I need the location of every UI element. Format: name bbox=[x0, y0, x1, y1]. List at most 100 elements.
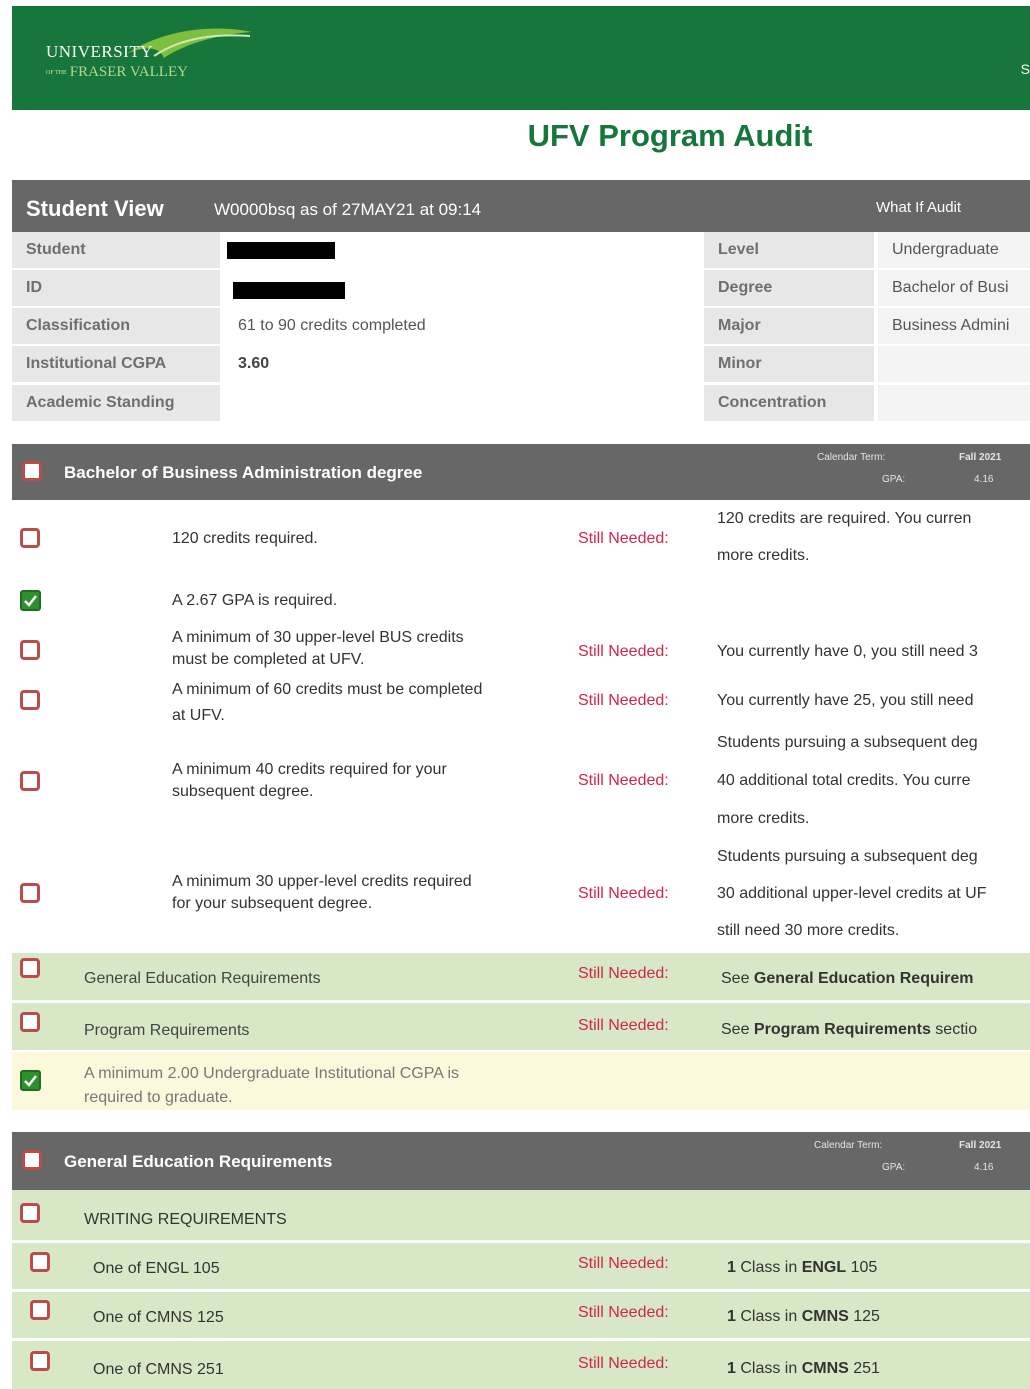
requirement-text: A minimum of 30 upper-level BUS credits … bbox=[172, 629, 464, 668]
incomplete-checkbox-icon bbox=[20, 640, 40, 660]
student-info-row: ID Degree Bachelor of Busi bbox=[12, 270, 1030, 306]
redacted-student-id bbox=[233, 282, 345, 299]
concentration-value bbox=[878, 385, 1030, 421]
calendar-term-label: Calendar Term: bbox=[814, 1140, 883, 1151]
course-link[interactable]: 1 Class in CMNS 125 bbox=[727, 1308, 880, 1326]
student-view-header: Student View W0000bsq as of 27MAY21 at 0… bbox=[12, 180, 1030, 232]
degree-value: Bachelor of Busi bbox=[878, 270, 1030, 306]
incomplete-checkbox-icon bbox=[20, 690, 40, 710]
student-info-row: Classification 61 to 90 credits complete… bbox=[12, 308, 1030, 344]
student-info-row: Student Level Undergraduate bbox=[12, 232, 1030, 268]
course-requirement-text: One of CMNS 251 bbox=[93, 1361, 224, 1378]
requirement-detail: 40 additional total credits. You curre bbox=[717, 772, 971, 789]
degree-label: Degree bbox=[704, 270, 874, 306]
major-value: Business Admini bbox=[878, 308, 1030, 344]
program-section-link[interactable]: See Program Requirements sectio bbox=[721, 1021, 977, 1039]
ge-block-header: General Education Requirements Calendar … bbox=[12, 1132, 1030, 1190]
course-requirement-text: One of ENGL 105 bbox=[93, 1260, 220, 1277]
minor-label: Minor bbox=[704, 346, 874, 382]
redacted-student-name bbox=[227, 242, 335, 259]
requirement-text: A 2.67 GPA is required. bbox=[172, 592, 338, 609]
student-label: Student bbox=[12, 232, 220, 268]
requirement-detail: 120 credits are required. You curren bbox=[717, 510, 972, 527]
requirement-text: A minimum 40 credits required for your s… bbox=[172, 761, 447, 800]
audit-timestamp: W0000bsq as of 27MAY21 at 09:14 bbox=[214, 200, 482, 219]
id-label: ID bbox=[12, 270, 220, 306]
requirement-text: General Education Requirements bbox=[84, 970, 321, 987]
still-needed-label: Still Needed: bbox=[578, 965, 669, 982]
incomplete-checkbox-icon bbox=[20, 958, 40, 978]
complete-check-icon bbox=[20, 590, 41, 611]
requirement-text: 120 credits required. bbox=[172, 530, 318, 547]
incomplete-checkbox-icon bbox=[30, 1300, 50, 1320]
still-needed-label: Still Needed: bbox=[578, 1017, 669, 1034]
still-needed-label: Still Needed: bbox=[578, 1355, 669, 1372]
incomplete-checkbox-icon bbox=[20, 883, 40, 903]
calendar-term-label: Calendar Term: bbox=[817, 452, 886, 463]
degree-block-title: Bachelor of Business Administration degr… bbox=[64, 463, 423, 482]
logo-text-university: UNIVERSITY bbox=[46, 42, 153, 61]
ge-status-checkbox-icon bbox=[22, 1150, 42, 1170]
requirement-text: A minimum 2.00 Undergraduate Institution… bbox=[84, 1065, 459, 1106]
course-link[interactable]: 1 Class in CMNS 251 bbox=[727, 1360, 880, 1378]
requirement-detail: You currently have 25, you still need bbox=[717, 692, 974, 709]
requirement-text: A minimum of 60 credits must be complete… bbox=[172, 681, 483, 724]
requirement-detail: more credits. bbox=[717, 547, 810, 564]
requirement-detail: Students pursuing a subsequent deg bbox=[717, 848, 978, 865]
requirement-detail: more credits. bbox=[717, 810, 810, 827]
requirement-detail: 30 additional upper-level credits at UF bbox=[717, 885, 987, 902]
still-needed-label: Still Needed: bbox=[578, 530, 669, 547]
complete-check-icon bbox=[20, 1070, 41, 1091]
still-needed-label: Still Needed: bbox=[578, 885, 669, 902]
academic-standing-value bbox=[224, 385, 704, 421]
requirement-text: Program Requirements bbox=[84, 1022, 250, 1039]
degree-block-header: Bachelor of Business Administration degr… bbox=[12, 444, 1030, 500]
what-if-audit-link[interactable]: What If Audit bbox=[876, 199, 961, 216]
incomplete-checkbox-icon bbox=[20, 1012, 40, 1032]
degree-status-checkbox-icon bbox=[22, 461, 42, 481]
incomplete-checkbox-icon bbox=[20, 528, 40, 548]
requirement-detail: You currently have 0, you still need 3 bbox=[717, 643, 978, 660]
still-needed-label: Still Needed: bbox=[578, 1255, 669, 1272]
academic-standing-label: Academic Standing bbox=[12, 385, 220, 421]
header-link-truncated[interactable]: S bbox=[1021, 61, 1030, 77]
incomplete-checkbox-icon bbox=[30, 1252, 50, 1272]
requirement-detail: still need 30 more credits. bbox=[717, 922, 900, 939]
gpa-label: GPA: bbox=[882, 474, 906, 485]
logo-text-fraser-valley: OF THE FRASER VALLEY bbox=[46, 64, 188, 80]
university-logo[interactable]: UNIVERSITY OF THE FRASER VALLEY bbox=[46, 24, 256, 88]
incomplete-checkbox-icon bbox=[20, 771, 40, 791]
concentration-label: Concentration bbox=[704, 385, 874, 421]
level-label: Level bbox=[704, 232, 874, 268]
student-info-row: Academic Standing Concentration bbox=[12, 385, 1030, 421]
page-title: UFV Program Audit bbox=[527, 118, 813, 153]
requirement-text: A minimum 30 upper-level credits require… bbox=[172, 873, 472, 912]
still-needed-label: Still Needed: bbox=[578, 643, 669, 660]
incomplete-checkbox-icon bbox=[20, 1203, 40, 1223]
gpa-value: 4.16 bbox=[974, 1162, 994, 1173]
still-needed-label: Still Needed: bbox=[578, 692, 669, 709]
gpa-value: 4.16 bbox=[974, 474, 994, 485]
ge-block-title: General Education Requirements bbox=[64, 1152, 333, 1171]
course-link[interactable]: 1 Class in ENGL 105 bbox=[727, 1259, 877, 1277]
classification-value: 61 to 90 credits completed bbox=[238, 317, 426, 334]
still-needed-label: Still Needed: bbox=[578, 772, 669, 789]
ge-section-link[interactable]: See General Education Requirem bbox=[721, 970, 974, 988]
major-label: Major bbox=[704, 308, 874, 344]
course-requirement-text: One of CMNS 125 bbox=[93, 1309, 224, 1326]
cgpa-label: Institutional CGPA bbox=[12, 346, 220, 382]
student-view-title: Student View bbox=[26, 196, 164, 221]
level-value: Undergraduate bbox=[878, 232, 1030, 268]
cgpa-value: 3.60 bbox=[238, 355, 270, 372]
student-info-row: Institutional CGPA 3.60 Minor bbox=[12, 346, 1030, 382]
calendar-term-value: Fall 2021 bbox=[959, 1140, 1002, 1151]
minor-value bbox=[878, 346, 1030, 382]
calendar-term-value: Fall 2021 bbox=[959, 452, 1002, 463]
incomplete-checkbox-icon bbox=[30, 1351, 50, 1371]
still-needed-label: Still Needed: bbox=[578, 1304, 669, 1321]
classification-label: Classification bbox=[12, 308, 220, 344]
header-bar: UNIVERSITY OF THE FRASER VALLEY S bbox=[12, 6, 1030, 110]
requirement-group-title: WRITING REQUIREMENTS bbox=[84, 1211, 287, 1228]
requirement-detail: Students pursuing a subsequent deg bbox=[717, 734, 978, 751]
gpa-label: GPA: bbox=[882, 1162, 906, 1173]
